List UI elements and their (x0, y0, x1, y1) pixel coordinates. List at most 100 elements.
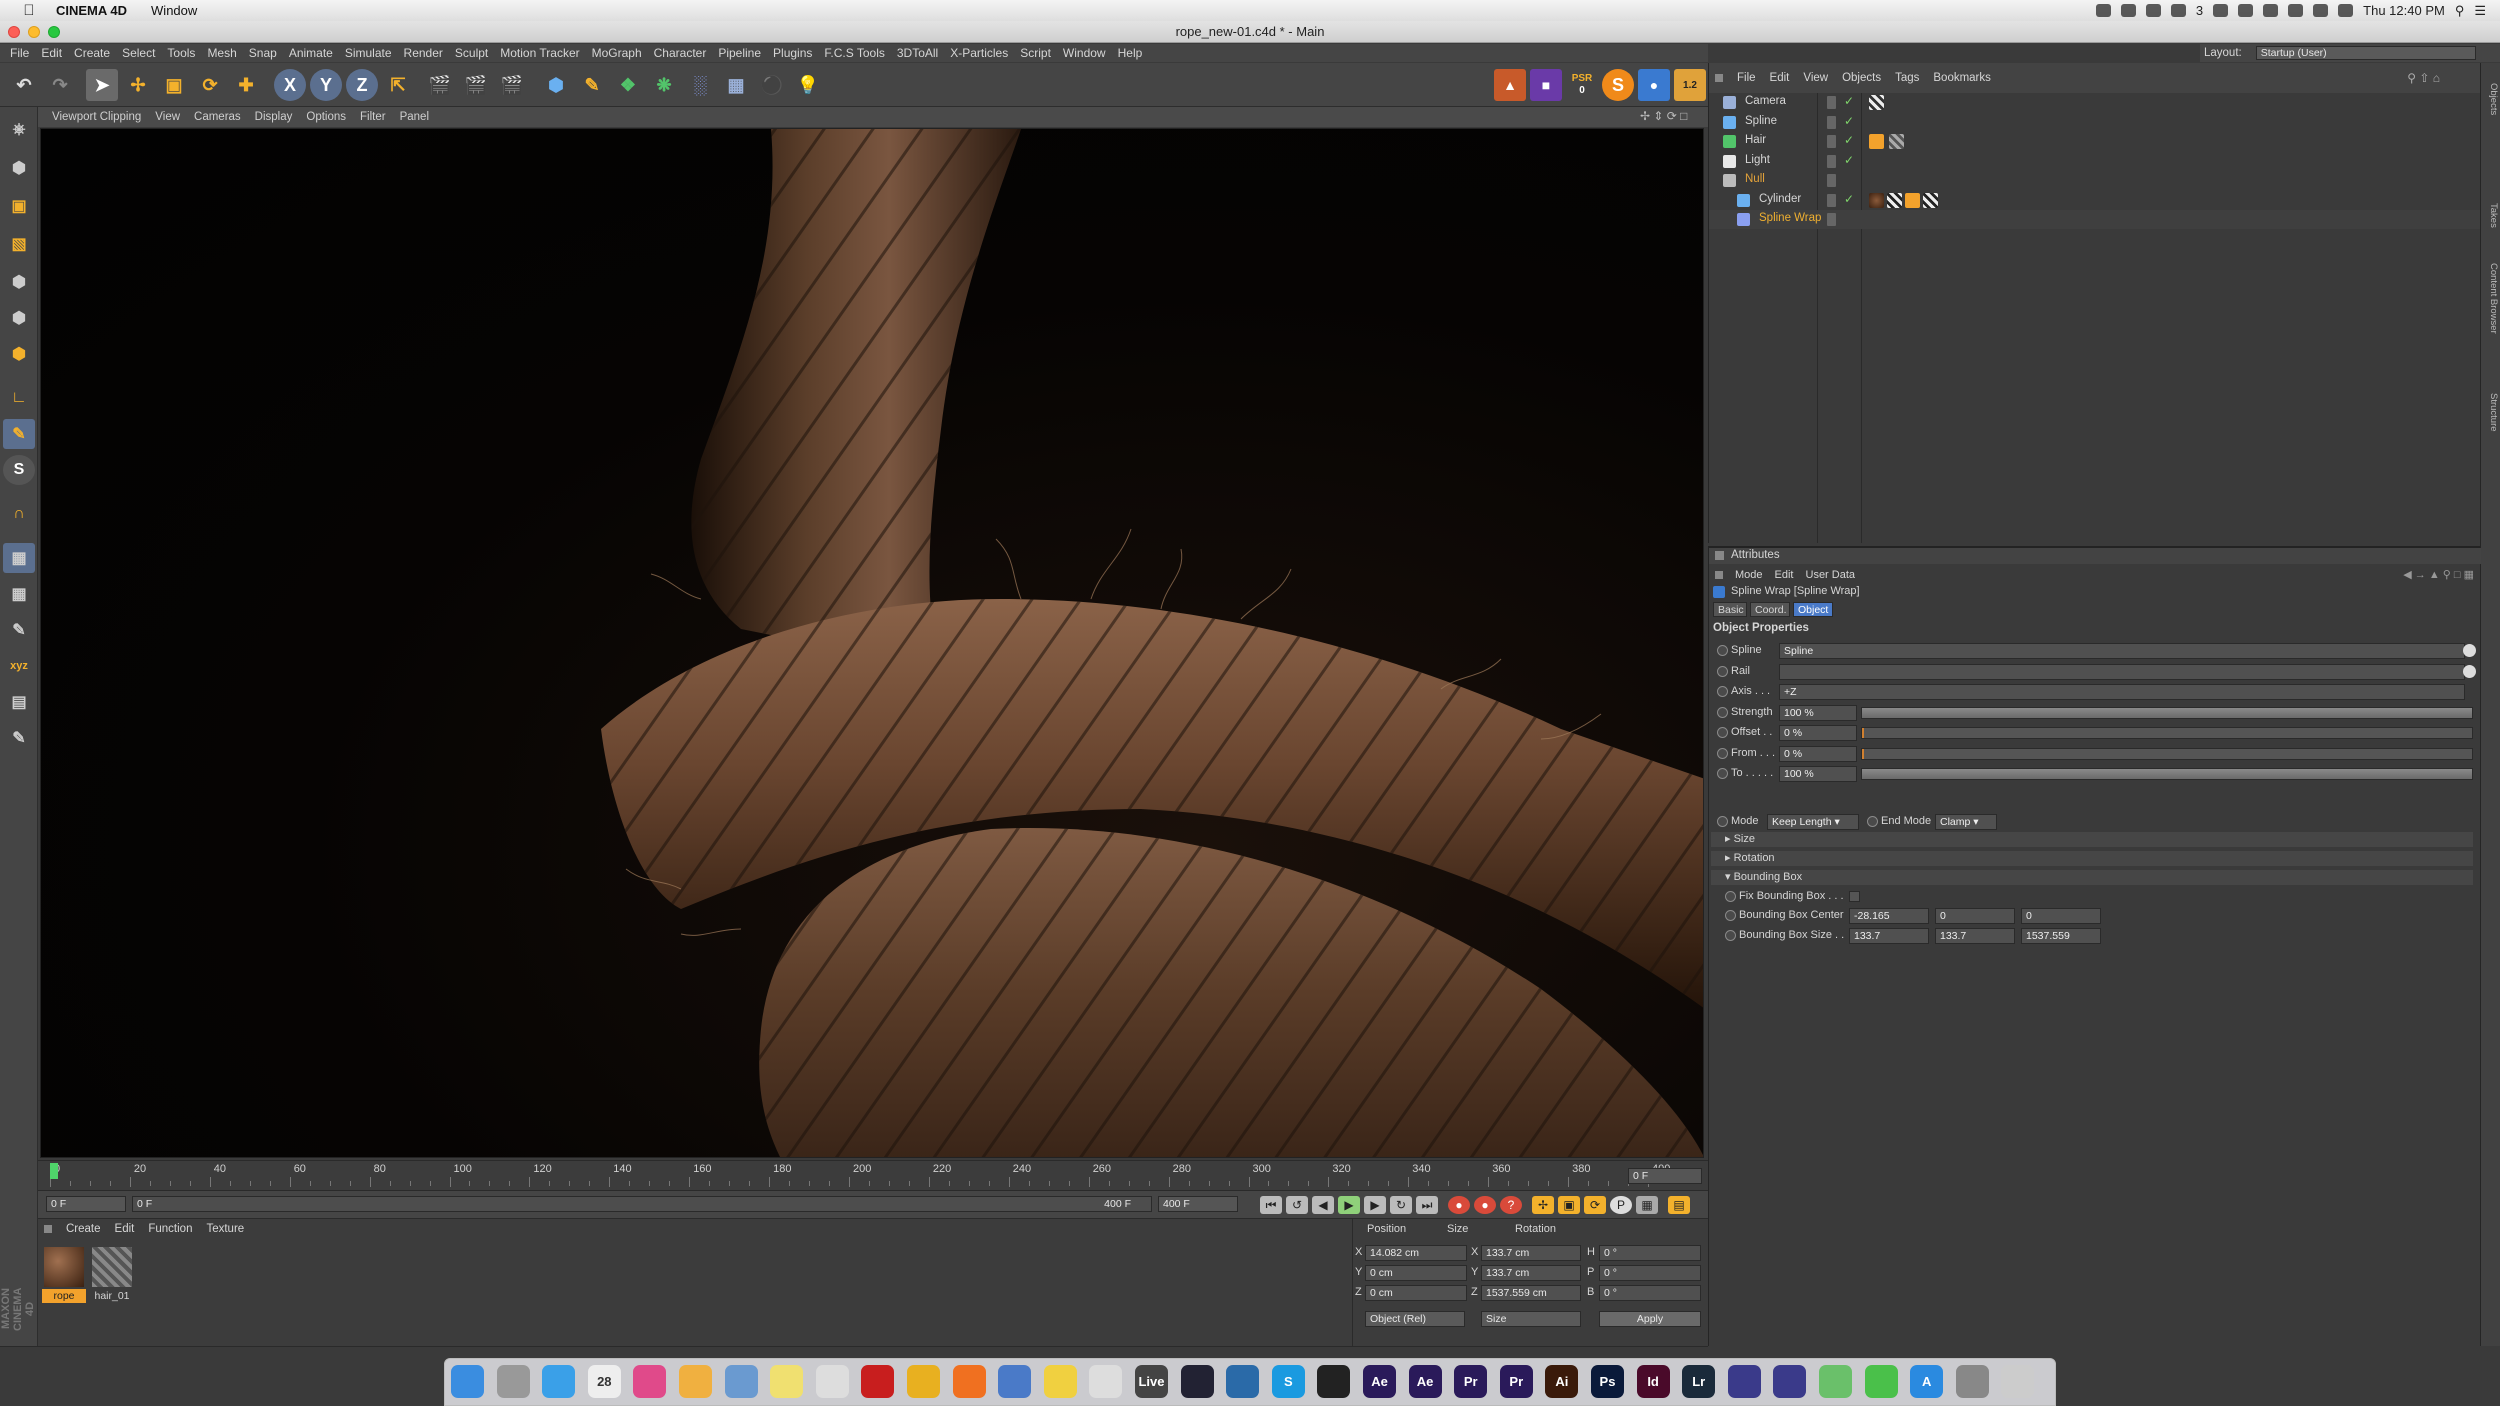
apply-button[interactable]: Apply (1599, 1311, 1701, 1327)
position-field[interactable]: 0 cm (1365, 1285, 1467, 1301)
attributes-tab[interactable]: Object (1793, 602, 1833, 617)
spotlight-icon[interactable]: ⚲ (2455, 3, 2465, 19)
app-menu-item[interactable]: Render (404, 46, 443, 60)
attribute-slider[interactable] (1861, 727, 2473, 739)
panel-grip-icon[interactable] (1715, 74, 1723, 82)
object-menu-item[interactable]: Objects (1842, 72, 1881, 84)
plugin-icon[interactable]: ▲ (1494, 69, 1526, 101)
texture-tag-icon[interactable] (1887, 192, 1902, 208)
viewport-menu-item[interactable]: Panel (400, 111, 429, 123)
animate-radio[interactable] (1717, 686, 1728, 697)
xyz-lock-icon[interactable]: xyz (3, 651, 35, 681)
bbox-size-y[interactable]: 133.7 (1935, 928, 2015, 944)
bbox-size-x[interactable]: 133.7 (1849, 928, 1929, 944)
side-tab[interactable]: Structure (2483, 393, 2499, 432)
attributes-menu-item[interactable]: User Data (1806, 569, 1856, 581)
rope-material-tag-icon[interactable] (1869, 192, 1884, 208)
bbox-size-z[interactable]: 1537.559 (2021, 928, 2101, 944)
selection-tool-icon[interactable]: ➤ (86, 69, 118, 101)
app-menu-item[interactable]: F.C.S Tools (824, 46, 884, 60)
app-menu-item[interactable]: Animate (289, 46, 333, 60)
app-menu-item[interactable]: MoGraph (592, 46, 642, 60)
bbox-center-y[interactable]: 0 (1935, 908, 2015, 924)
clock[interactable]: Thu 12:40 PM (2363, 3, 2445, 18)
status-counter[interactable]: 3 (2196, 3, 2203, 18)
version-badge[interactable]: 1.2 (1674, 69, 1706, 101)
dock-app-icon[interactable] (451, 1365, 484, 1398)
object-row[interactable]: Camera ✓ (1709, 93, 2480, 112)
key-parameter-icon[interactable]: P (1610, 1196, 1632, 1214)
size-field[interactable]: 133.7 cm (1481, 1265, 1581, 1281)
undo-icon[interactable]: ↶ (8, 69, 40, 101)
polygons-mode-icon[interactable]: ⬢ (3, 339, 35, 369)
coord-mode-dropdown[interactable]: Object (Rel) (1365, 1311, 1465, 1327)
end-mode-animate-radio[interactable] (1867, 816, 1878, 827)
floor-icon[interactable]: ▦ (720, 69, 752, 101)
dock-app-icon[interactable]: Id (1636, 1365, 1670, 1398)
animate-radio[interactable] (1717, 645, 1728, 656)
app-menu-item[interactable]: 3DToAll (897, 46, 938, 60)
dock-app-icon[interactable]: Ps (1591, 1365, 1624, 1398)
attributes-tab[interactable]: Coord. (1750, 602, 1790, 617)
next-key-icon[interactable]: ↻ (1390, 1196, 1412, 1214)
dock-app-icon[interactable] (1955, 1365, 1989, 1398)
dock-app-icon[interactable] (1089, 1365, 1123, 1398)
apple-icon[interactable]:  (20, 2, 38, 19)
attributes-menu-item[interactable]: Edit (1775, 569, 1794, 581)
mode-dropdown[interactable]: Keep Length ▾ (1767, 814, 1859, 830)
psr-button[interactable]: PSR 0 (1566, 69, 1598, 101)
make-editable-icon[interactable]: ⎈ (3, 115, 35, 145)
dock-app-icon[interactable] (907, 1365, 940, 1398)
viewport-menu-item[interactable]: Viewport Clipping (52, 111, 141, 123)
dock-app-icon[interactable] (1043, 1365, 1077, 1398)
autokey-icon[interactable]: ● (1474, 1196, 1496, 1214)
animate-radio[interactable] (1717, 727, 1728, 738)
scale-tool-icon[interactable]: ▣ (158, 69, 190, 101)
visibility-toggle[interactable] (1827, 193, 1836, 207)
viewport-menu-item[interactable]: Filter (360, 111, 386, 123)
size-field[interactable]: 133.7 cm (1481, 1245, 1581, 1261)
keyframe-selection-icon[interactable]: ? (1500, 1196, 1522, 1214)
dock-app-icon[interactable] (496, 1365, 530, 1398)
brush-icon[interactable]: ✎ (3, 615, 35, 645)
dock-app-icon[interactable] (1819, 1365, 1852, 1398)
side-tab[interactable]: Objects (2483, 83, 2499, 115)
airplay-icon[interactable] (2263, 4, 2279, 17)
dock-app-icon[interactable] (633, 1365, 667, 1398)
key-position-icon[interactable]: ✢ (1532, 1196, 1554, 1214)
dock-app-icon[interactable] (724, 1365, 758, 1398)
key-rotation-icon[interactable]: ⟳ (1584, 1196, 1606, 1214)
object-menu-item[interactable]: Bookmarks (1933, 72, 1991, 84)
wifi-icon[interactable] (2338, 4, 2354, 17)
material-menu-item[interactable]: Function (148, 1223, 192, 1235)
model-mode-icon[interactable]: ⬢ (3, 153, 35, 183)
attribute-value-field[interactable]: 100 % (1779, 704, 1857, 721)
coordinate-system-icon[interactable]: ⇱ (382, 69, 414, 101)
s-plugin-button[interactable]: S (1602, 69, 1634, 101)
attribute-link-field[interactable] (1779, 663, 2465, 680)
dock-app-icon[interactable]: Ai (1545, 1365, 1579, 1398)
viewport-menu-item[interactable]: View (155, 111, 180, 123)
object-row[interactable]: Cylinder ✓ (1709, 191, 2480, 210)
panel-grip-icon[interactable] (1715, 551, 1724, 560)
fix-bbox-checkbox[interactable] (1849, 891, 1860, 902)
app-menu-item[interactable]: Tools (167, 46, 195, 60)
bbox-center-animate-radio[interactable] (1725, 910, 1736, 921)
camera-target-tag-icon[interactable] (1869, 95, 1884, 110)
material-menu-item[interactable]: Texture (206, 1223, 244, 1235)
dock-app-icon[interactable] (1180, 1365, 1214, 1398)
object-menu-item[interactable]: View (1803, 72, 1828, 84)
app-menu-item[interactable]: Motion Tracker (500, 46, 579, 60)
play-icon[interactable]: ▶ (1338, 1196, 1360, 1214)
visibility-toggle[interactable] (1827, 174, 1836, 187)
attribute-slider[interactable] (1861, 747, 2473, 760)
key-scale-icon[interactable]: ▣ (1558, 1196, 1580, 1214)
attribute-slider[interactable] (1861, 768, 2473, 780)
light-icon[interactable]: 💡 (792, 69, 824, 101)
enabled-check-icon[interactable]: ✓ (1844, 153, 1854, 167)
app-menu-item[interactable]: Mesh (207, 46, 236, 60)
close-window-button[interactable] (8, 26, 20, 38)
object-row[interactable]: Spline ✓ (1709, 113, 2480, 132)
dock-app-icon[interactable] (1317, 1365, 1351, 1398)
object-row[interactable]: Hair ✓ (1709, 132, 2480, 151)
